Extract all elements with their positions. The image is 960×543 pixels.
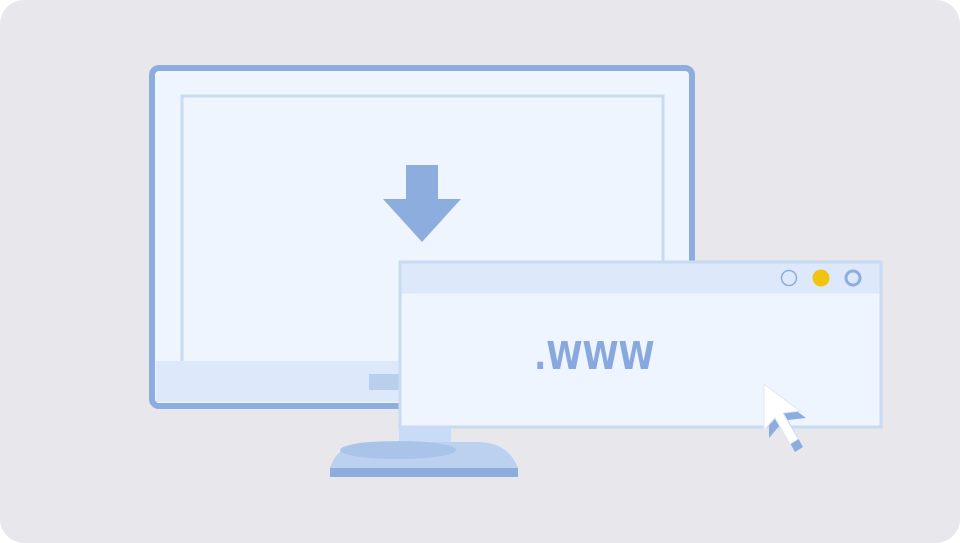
- monitor-stand-shadow: [340, 441, 456, 459]
- illustration-svg: [149, 65, 883, 477]
- yellow-dot-icon[interactable]: [812, 269, 830, 287]
- illustration-card: .WWW: [0, 0, 960, 543]
- monitor-stand-foot: [330, 468, 518, 477]
- browser-titlebar: [401, 263, 880, 294]
- monitor-chin-button: [369, 374, 401, 390]
- url-text: .WWW: [534, 334, 655, 378]
